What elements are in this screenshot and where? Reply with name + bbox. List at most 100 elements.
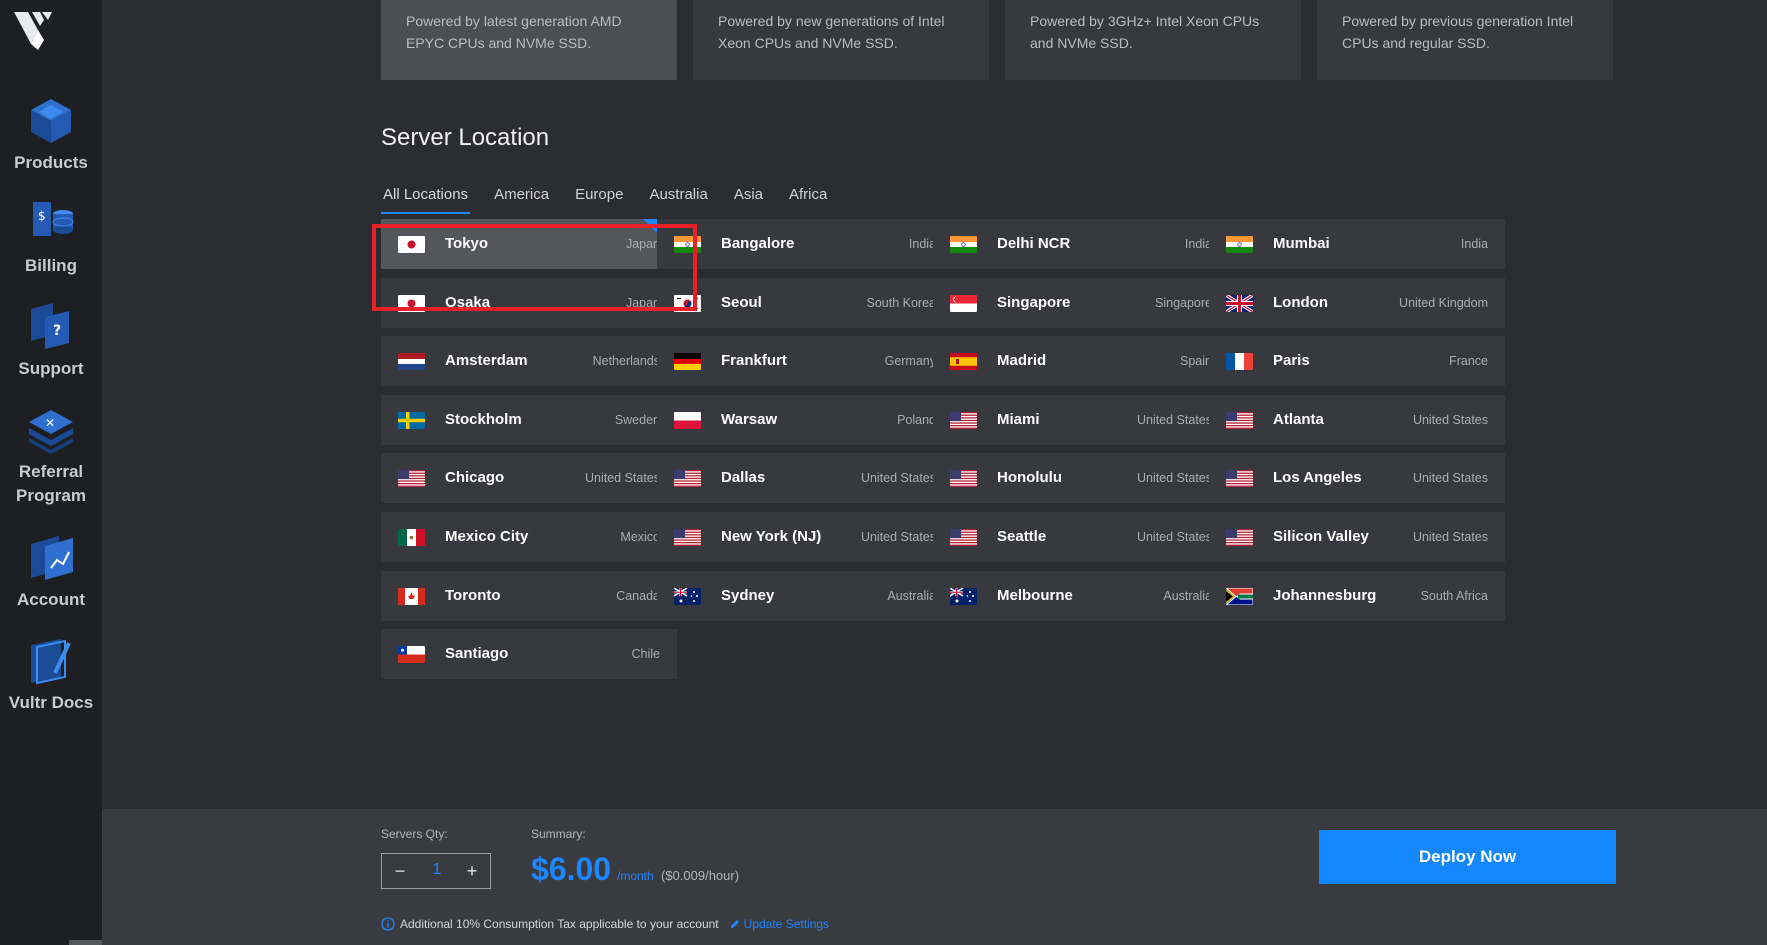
vultr-logo-icon[interactable] [10, 8, 58, 52]
location-country: Poland [897, 413, 936, 427]
tab-america[interactable]: America [492, 182, 551, 214]
de-flag-icon [674, 353, 701, 370]
jp-flag-icon [398, 295, 425, 312]
location-country: Singapore [1155, 296, 1212, 310]
sidebar-item-label: Products [14, 153, 88, 172]
price-value: $6.00 [531, 851, 612, 887]
sidebar-item-label: Vultr Docs [8, 693, 94, 712]
location-card-miami[interactable]: Miami United States [933, 395, 1229, 445]
main-content: Powered by latest generation AMD EPYC CP… [102, 0, 1767, 945]
location-country: United States [1412, 413, 1488, 427]
location-city: Melbourne [997, 587, 1073, 604]
location-card-stockholm[interactable]: Stockholm Sweden [381, 395, 677, 445]
svg-text:✕: ✕ [45, 416, 55, 430]
sidebar-item-referral[interactable]: ✕ Referral Program [0, 402, 102, 508]
location-card-seattle[interactable]: Seattle United States [933, 512, 1229, 562]
location-card-atlanta[interactable]: Atlanta United States [1209, 395, 1505, 445]
location-city: Mexico City [445, 528, 529, 545]
location-card-bangalore[interactable]: Bangalore India [657, 219, 953, 269]
server-type-description: Powered by new generations of Intel Xeon… [718, 13, 945, 51]
fr-flag-icon [1226, 353, 1253, 370]
location-card-silicon-valley[interactable]: Silicon Valley United States [1209, 512, 1505, 562]
increment-button[interactable]: + [462, 861, 482, 881]
location-city: Dallas [721, 469, 766, 486]
location-card-tokyo[interactable]: Tokyo Japan [381, 219, 677, 269]
sidebar-item-account[interactable]: Account [0, 530, 102, 612]
update-settings-link[interactable]: Update Settings [729, 917, 829, 931]
location-city: Chicago [445, 469, 505, 486]
location-city: Sydney [721, 587, 775, 604]
sidebar-item-products[interactable]: Products [0, 93, 102, 175]
svg-text:?: ? [53, 323, 61, 339]
location-card-dallas[interactable]: Dallas United States [657, 453, 953, 503]
location-card-santiago[interactable]: Santiago Chile [381, 629, 677, 679]
location-card-paris[interactable]: Paris France [1209, 336, 1505, 386]
deploy-now-button[interactable]: Deploy Now [1319, 830, 1616, 884]
us-flag-icon [950, 470, 977, 487]
tab-asia[interactable]: Asia [732, 182, 765, 214]
location-country: United States [1136, 413, 1212, 427]
svg-text:$: $ [38, 209, 46, 223]
es-flag-icon [950, 353, 977, 370]
us-flag-icon [1226, 412, 1253, 429]
location-country: United States [1136, 471, 1212, 485]
location-card-warsaw[interactable]: Warsaw Poland [657, 395, 953, 445]
tab-europe[interactable]: Europe [573, 182, 625, 214]
location-country: India [1460, 237, 1488, 251]
location-card-toronto[interactable]: Toronto Canada [381, 571, 677, 621]
location-card-seoul[interactable]: Seoul South Korea [657, 278, 953, 328]
location-card-los-angeles[interactable]: Los Angeles United States [1209, 453, 1505, 503]
location-country: United States [860, 471, 936, 485]
location-country: Canada [616, 589, 660, 603]
location-card-osaka[interactable]: Osaka Japan [381, 278, 677, 328]
location-country: France [1449, 354, 1488, 368]
location-card-honolulu[interactable]: Honolulu United States [933, 453, 1229, 503]
location-city: Honolulu [997, 469, 1062, 486]
price-period: /month [617, 869, 654, 883]
location-card-madrid[interactable]: Madrid Spain [933, 336, 1229, 386]
location-country: India [908, 237, 936, 251]
location-card-new-york-nj[interactable]: New York (NJ) United States [657, 512, 953, 562]
location-city: Paris [1273, 352, 1310, 369]
location-country: United States [584, 471, 660, 485]
server-type-card[interactable]: Powered by new generations of Intel Xeon… [693, 0, 989, 80]
sidebar-item-support[interactable]: ? Support [0, 299, 102, 381]
support-icon: ? [31, 303, 69, 349]
location-card-amsterdam[interactable]: Amsterdam Netherlands [381, 336, 677, 386]
location-city: New York (NJ) [721, 528, 822, 545]
server-type-card[interactable]: Powered by latest generation AMD EPYC CP… [381, 0, 677, 80]
ca-flag-icon [398, 588, 425, 605]
sg-flag-icon [950, 295, 977, 312]
server-type-card[interactable]: Powered by previous generation Intel CPU… [1317, 0, 1613, 80]
location-city: Singapore [997, 294, 1071, 311]
quantity-input[interactable] [422, 861, 452, 879]
location-card-sydney[interactable]: Sydney Australia [657, 571, 953, 621]
location-card-singapore[interactable]: Singapore Singapore [933, 278, 1229, 328]
deploy-footer: Servers Qty: − + Summary: $6.00 /month (… [102, 809, 1767, 945]
location-card-melbourne[interactable]: Melbourne Australia [933, 571, 1229, 621]
location-card-johannesburg[interactable]: Johannesburg South Africa [1209, 571, 1505, 621]
location-city: Silicon Valley [1273, 528, 1369, 545]
account-icon [31, 536, 73, 580]
us-flag-icon [950, 529, 977, 546]
location-card-chicago[interactable]: Chicago United States [381, 453, 677, 503]
tab-all-locations[interactable]: All Locations [381, 182, 471, 214]
location-card-delhi-ncr[interactable]: Delhi NCR India [933, 219, 1229, 269]
location-card-london[interactable]: London United Kingdom [1209, 278, 1505, 328]
location-card-frankfurt[interactable]: Frankfurt Germany [657, 336, 953, 386]
sidebar: Products $ Billing ? Support ✕ Referral … [0, 0, 117, 945]
update-settings-label: Update Settings [743, 917, 830, 931]
tax-note: Additional 10% Consumption Tax applicabl… [381, 917, 829, 931]
tab-africa[interactable]: Africa [787, 182, 829, 214]
sidebar-item-billing[interactable]: $ Billing [0, 196, 102, 278]
sidebar-item-label: Referral Program [16, 462, 86, 505]
tax-note-text: Additional 10% Consumption Tax applicabl… [400, 917, 719, 931]
location-country: Mexico [620, 530, 660, 544]
location-city: Bangalore [721, 235, 795, 252]
server-type-card[interactable]: Powered by 3GHz+ Intel Xeon CPUs and NVM… [1005, 0, 1301, 80]
decrement-button[interactable]: − [390, 861, 410, 881]
location-card-mexico-city[interactable]: Mexico City Mexico [381, 512, 677, 562]
sidebar-item-docs[interactable]: Vultr Docs [0, 633, 102, 715]
tab-australia[interactable]: Australia [647, 182, 709, 214]
location-card-mumbai[interactable]: Mumbai India [1209, 219, 1505, 269]
